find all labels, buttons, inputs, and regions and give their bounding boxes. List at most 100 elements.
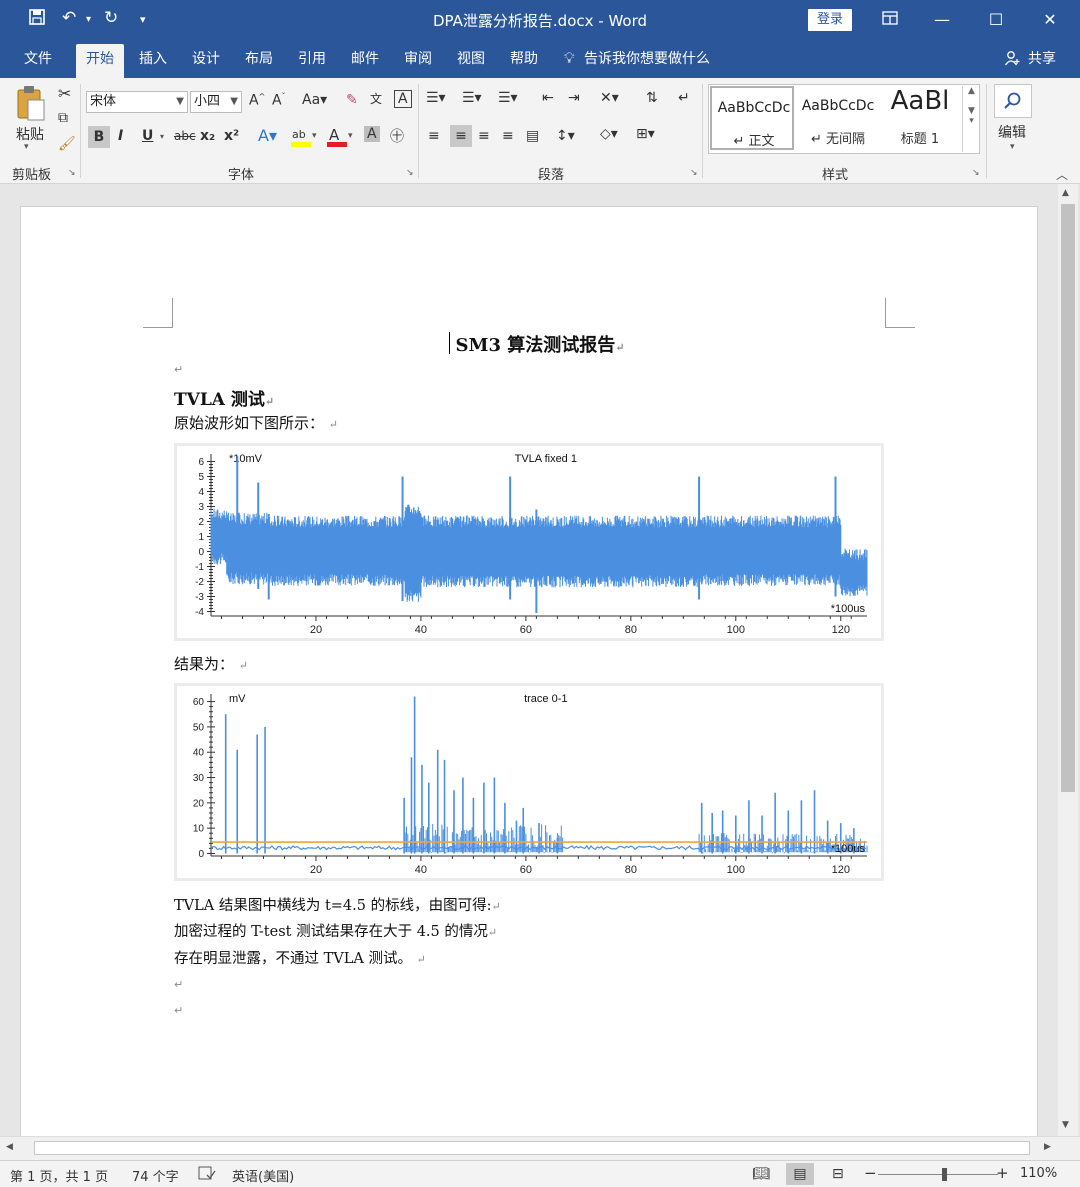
scroll-up-icon[interactable]: ▲ xyxy=(1062,188,1069,198)
zoom-level[interactable]: 110% xyxy=(1020,1166,1057,1181)
grow-font-icon[interactable]: A^ xyxy=(249,92,265,109)
underline-dropdown-icon[interactable]: ▾ xyxy=(160,132,164,141)
share-icon[interactable] xyxy=(1004,50,1020,70)
bullets-icon[interactable]: ☰▾ xyxy=(426,90,446,106)
bold-button[interactable]: B xyxy=(88,126,110,148)
distributed-icon[interactable]: ▤ xyxy=(526,128,539,144)
tab-design[interactable]: 设计 xyxy=(183,48,229,78)
tab-view[interactable]: 视图 xyxy=(448,48,494,78)
tvla-result-chart[interactable]: 0 10 20 30 40 50 60 20 40 60 80 100 120 trace 0-1 mV *1… xyxy=(174,683,884,881)
underline-button[interactable]: U xyxy=(142,128,153,144)
justify-icon[interactable]: ≡ xyxy=(502,128,514,144)
waveform-chart[interactable]: -4 -3 -2 -1 0 1 2 3 4 5 6 20 40 60 80 100 120 TVLA fixed … xyxy=(174,443,884,641)
style-normal[interactable]: AaBbCcDc ↵ 正文 xyxy=(710,86,794,150)
minimize-icon[interactable]: — xyxy=(922,6,962,34)
zoom-slider[interactable] xyxy=(878,1168,998,1181)
tab-references[interactable]: 引用 xyxy=(289,48,335,78)
ribbon-display-icon[interactable] xyxy=(870,6,910,34)
edit-dropdown-icon[interactable]: ▾ xyxy=(1010,142,1015,152)
word-count[interactable]: 74 个字 xyxy=(132,1166,179,1185)
italic-button[interactable]: I xyxy=(118,128,123,144)
zoom-out-icon[interactable]: − xyxy=(864,1164,877,1182)
intro-paragraph[interactable]: 原始波形如下图所示： ↵ xyxy=(174,412,338,433)
copy-icon[interactable]: ⧉ xyxy=(58,110,68,126)
change-case-button[interactable]: Aa▾ xyxy=(302,92,327,108)
increase-indent-icon[interactable]: ⇥ xyxy=(568,90,580,106)
scroll-right-icon[interactable]: ▶ xyxy=(1044,1142,1051,1152)
paste-dropdown-icon[interactable]: ▾ xyxy=(24,142,29,152)
font-launcher-icon[interactable]: ↘ xyxy=(406,168,414,178)
font-color-icon[interactable]: A ▾ xyxy=(326,126,356,152)
phonetic-guide-icon[interactable]: 文 xyxy=(370,90,382,107)
align-right-icon[interactable]: ≡ xyxy=(478,128,490,144)
section-heading[interactable]: TVLA 测试↵ xyxy=(174,385,274,410)
search-icon[interactable] xyxy=(994,84,1032,118)
scroll-down-icon[interactable]: ▼ xyxy=(1062,1120,1069,1130)
zoom-slider-thumb[interactable] xyxy=(942,1168,947,1181)
close-icon[interactable]: ✕ xyxy=(1030,6,1070,34)
align-center-icon[interactable]: ≡ xyxy=(450,125,472,147)
shrink-font-icon[interactable]: Aˇ xyxy=(272,92,286,109)
conclusion-line-3[interactable]: 存在明显泄露，不通过 TVLA 测试。 ↵ xyxy=(174,947,426,968)
conclusion-line-2[interactable]: 加密过程的 T-test 测试结果存在大于 4.5 的情况↵ xyxy=(174,920,497,941)
scroll-thumb[interactable] xyxy=(1061,204,1075,792)
highlight-icon[interactable]: ab ▾ xyxy=(290,126,320,152)
result-paragraph[interactable]: 结果为： ↵ xyxy=(174,653,248,674)
hscroll-thumb[interactable] xyxy=(34,1141,1030,1155)
proofing-icon[interactable] xyxy=(198,1166,216,1184)
paste-icon[interactable] xyxy=(14,84,48,128)
multilevel-list-icon[interactable]: ☰▾ xyxy=(498,90,518,106)
clipboard-launcher-icon[interactable]: ↘ xyxy=(68,168,76,178)
tab-help[interactable]: 帮助 xyxy=(501,48,547,78)
vertical-scrollbar[interactable]: ▲ ▼ xyxy=(1058,184,1078,1136)
clear-format-icon[interactable]: ✎ xyxy=(346,92,358,108)
paste-label[interactable]: 粘贴 xyxy=(16,124,44,144)
tab-home[interactable]: 开始 xyxy=(76,44,124,78)
horizontal-scrollbar[interactable]: ◀ ▶ xyxy=(0,1136,1080,1160)
borders-icon[interactable]: ⊞▾ xyxy=(636,126,655,142)
strikethrough-button[interactable]: abc xyxy=(174,129,196,143)
read-mode-icon[interactable]: 📖︎ xyxy=(752,1166,770,1182)
style-no-spacing[interactable]: AaBbCcDc ↵ 无间隔 xyxy=(796,86,880,150)
conclusion-line-1[interactable]: TVLA 结果图中横线为 t=4.5 的标线，由图可得:↵ xyxy=(174,894,501,915)
tab-review[interactable]: 审阅 xyxy=(395,48,441,78)
font-size-combo[interactable]: 小四 ▼ xyxy=(190,91,242,113)
collapse-ribbon-icon[interactable]: ︿ xyxy=(1056,166,1068,183)
doc-title[interactable]: SM3 算法测试报告↵ xyxy=(0,331,1080,357)
char-shading-icon[interactable]: A xyxy=(364,126,380,142)
edit-button[interactable]: 编辑 xyxy=(998,122,1026,142)
subscript-button[interactable]: x₂ xyxy=(200,128,215,144)
char-border-icon[interactable]: A xyxy=(394,90,412,108)
zoom-in-icon[interactable]: + xyxy=(996,1164,1009,1182)
language[interactable]: 英语(美国) xyxy=(232,1166,294,1185)
asian-layout-icon[interactable]: ✕▾ xyxy=(600,90,619,106)
scroll-left-icon[interactable]: ◀ xyxy=(6,1142,13,1152)
paragraph-launcher-icon[interactable]: ↘ xyxy=(690,168,698,178)
line-spacing-icon[interactable]: ↕▾ xyxy=(556,128,575,144)
page-count[interactable]: 第 1 页，共 1 页 xyxy=(10,1166,108,1185)
print-layout-icon[interactable]: ▤ xyxy=(786,1163,814,1185)
font-name-combo[interactable]: 宋体 ▼ xyxy=(86,91,188,113)
maximize-icon[interactable]: ☐ xyxy=(976,6,1016,34)
sort-icon[interactable]: ⇅ xyxy=(646,90,658,106)
numbering-icon[interactable]: ☰▾ xyxy=(462,90,482,106)
cut-icon[interactable]: ✂ xyxy=(58,84,71,103)
show-marks-icon[interactable]: ↵ xyxy=(678,90,690,106)
enclose-char-icon[interactable]: ㊉ xyxy=(390,126,404,146)
tab-file[interactable]: 文件 xyxy=(14,48,62,78)
decrease-indent-icon[interactable]: ⇤ xyxy=(542,90,554,106)
tab-layout[interactable]: 布局 xyxy=(236,48,282,78)
tab-insert[interactable]: 插入 xyxy=(130,48,176,78)
shading-icon[interactable]: ◇▾ xyxy=(600,126,618,142)
share-button[interactable]: 共享 xyxy=(1022,48,1062,78)
superscript-button[interactable]: x² xyxy=(224,128,239,144)
tell-me-box[interactable]: 告诉我你想要做什么 xyxy=(584,48,724,78)
styles-launcher-icon[interactable]: ↘ xyxy=(972,168,980,178)
styles-scroll[interactable]: ▲ ▼ ▾ xyxy=(962,86,980,152)
align-left-icon[interactable]: ≡ xyxy=(428,128,440,144)
format-painter-icon[interactable]: 🖌︎ xyxy=(58,136,76,152)
tab-mailings[interactable]: 邮件 xyxy=(342,48,388,78)
text-effects-icon[interactable]: A▾ xyxy=(258,126,277,145)
web-layout-icon[interactable]: ⊟ xyxy=(832,1166,844,1182)
style-heading-1[interactable]: AaBl 标题 1 xyxy=(878,86,962,150)
